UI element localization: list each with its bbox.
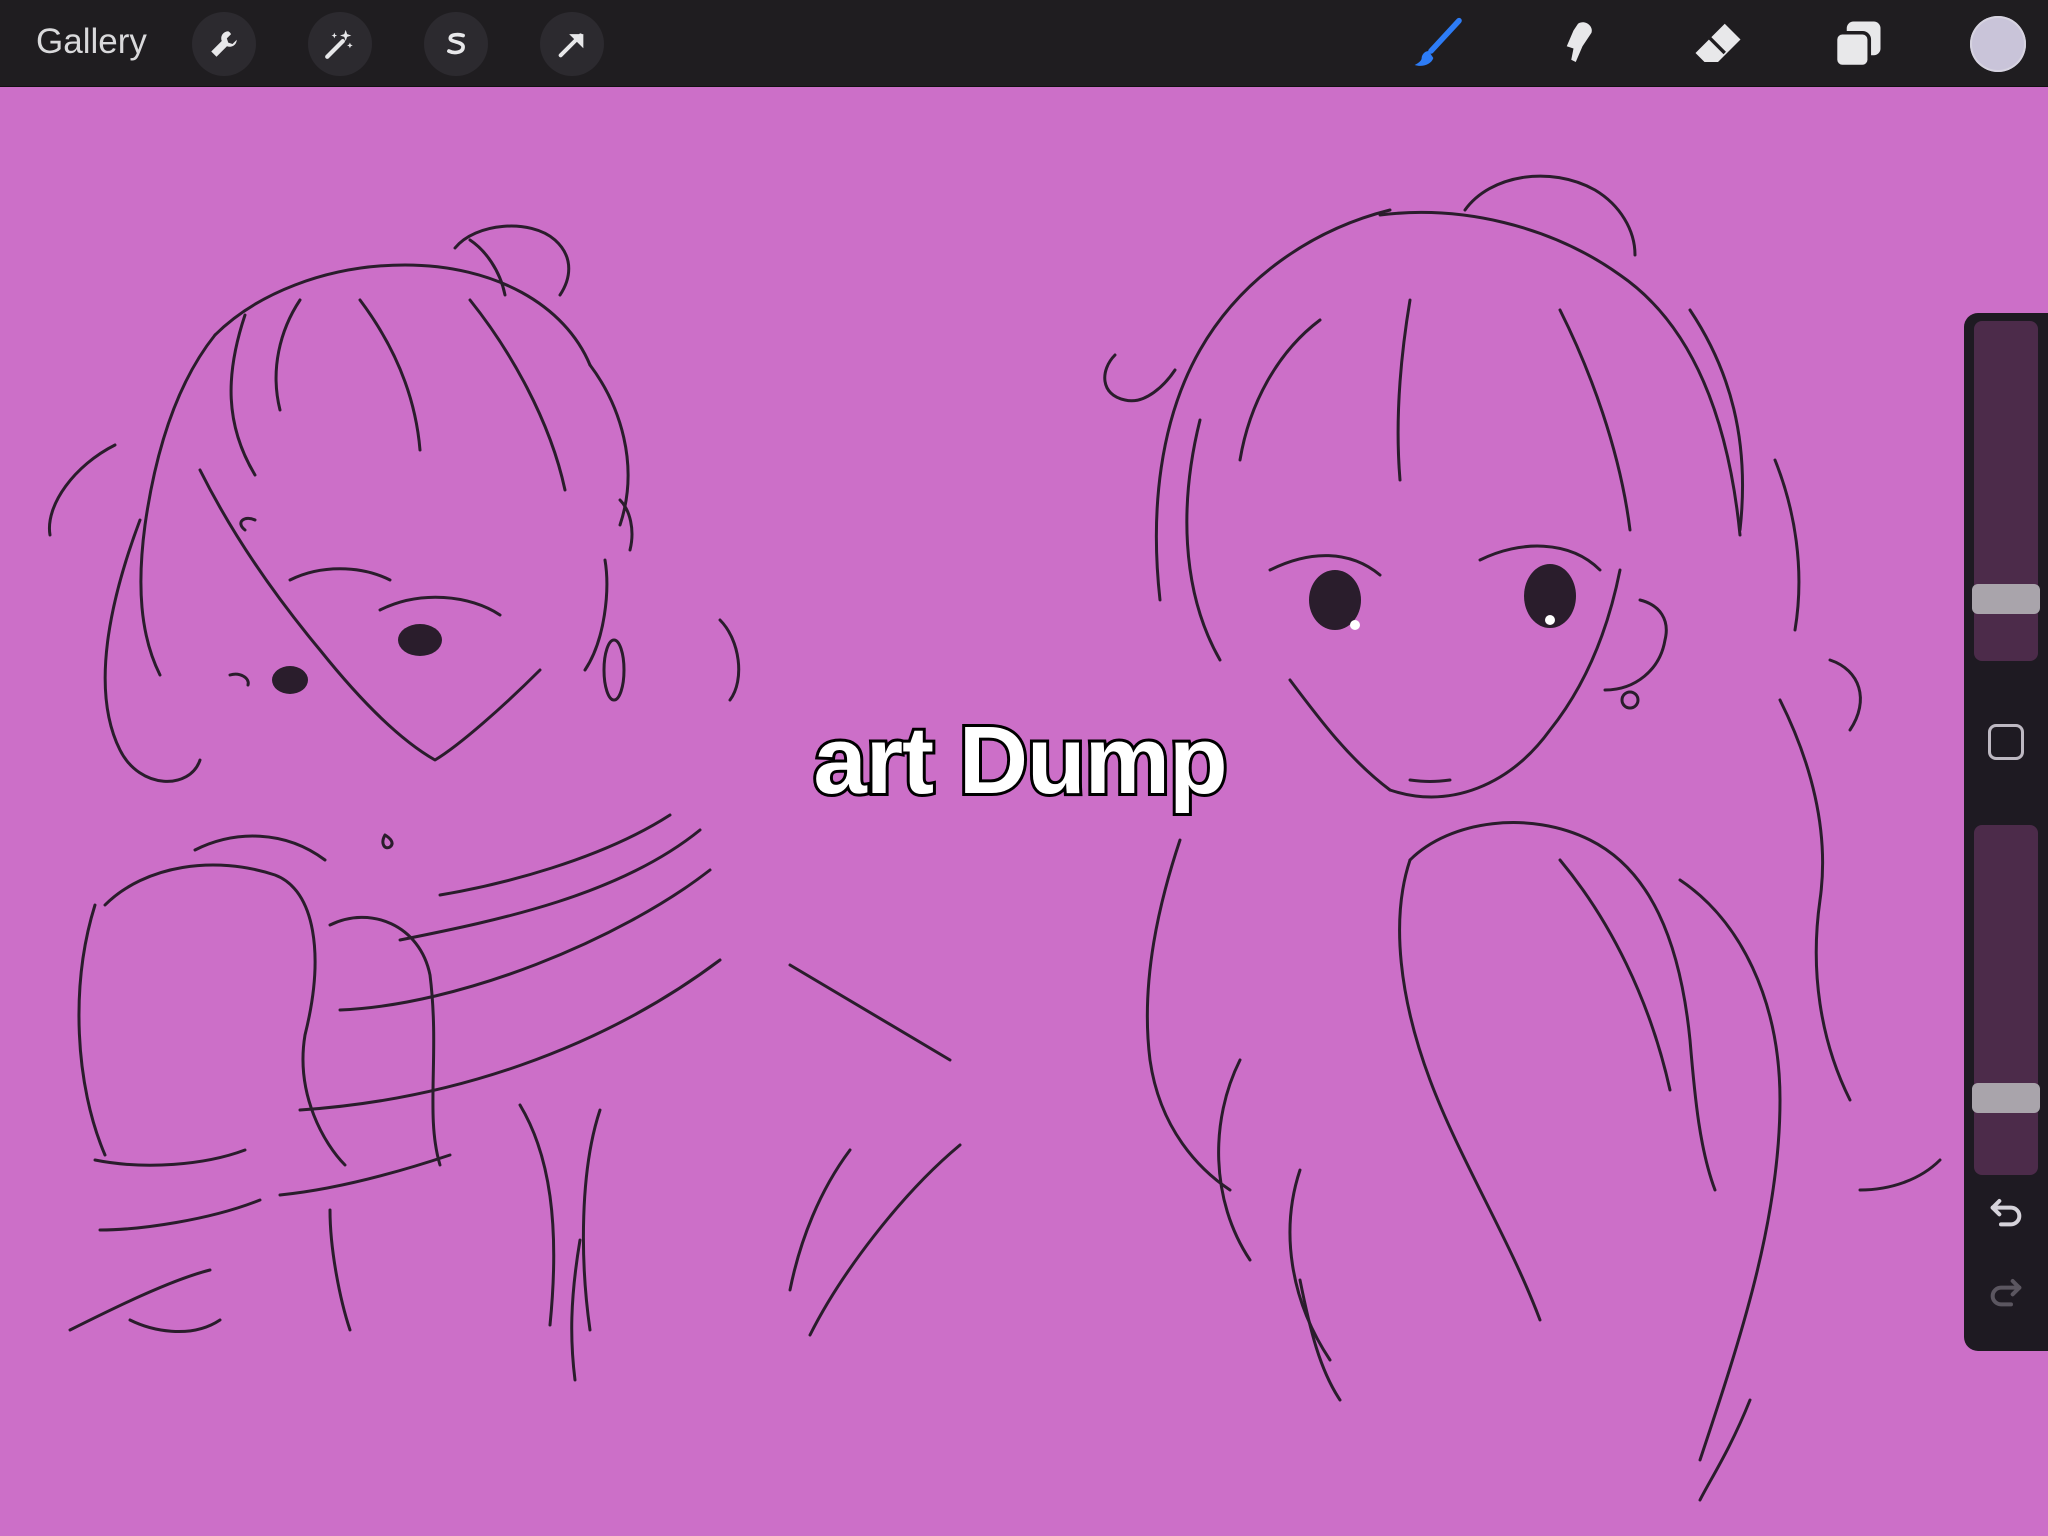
eraser-tool-button[interactable] [1688, 14, 1748, 74]
brush-size-slider[interactable] [1972, 321, 2040, 661]
overlay-caption: art Dump [810, 704, 1230, 817]
magic-wand-icon [325, 29, 353, 59]
redo-icon [1990, 1279, 2022, 1307]
undo-icon [1990, 1199, 2022, 1227]
selection-s-icon [447, 32, 465, 55]
redo-button[interactable] [1978, 1263, 2034, 1319]
modify-button[interactable] [1988, 724, 2024, 760]
transform-button[interactable] [540, 12, 604, 76]
drawing-canvas[interactable]: art Dump [0, 88, 2048, 1536]
actions-button[interactable] [192, 12, 256, 76]
opacity-thumb[interactable] [1972, 1083, 2040, 1113]
layers-button[interactable] [1828, 14, 1888, 74]
top-toolbar: Gallery [0, 0, 2048, 87]
sidebar-panel [1964, 313, 2048, 1351]
brush-icon [1414, 17, 1462, 66]
brush-size-thumb[interactable] [1972, 584, 2040, 614]
brush-tool-button[interactable] [1408, 14, 1468, 74]
smudge-tool-button[interactable] [1548, 14, 1608, 74]
undo-button[interactable] [1978, 1183, 2034, 1239]
selection-button[interactable] [424, 12, 488, 76]
move-arrow-icon [558, 33, 584, 58]
smudge-icon [1566, 22, 1592, 62]
adjustments-button[interactable] [308, 12, 372, 76]
color-picker-button[interactable] [1970, 16, 2026, 72]
eraser-icon [1695, 23, 1741, 62]
wrench-icon [211, 31, 237, 57]
gallery-button[interactable]: Gallery [36, 22, 147, 62]
layers-icon [1833, 21, 1881, 69]
opacity-slider[interactable] [1972, 825, 2040, 1175]
